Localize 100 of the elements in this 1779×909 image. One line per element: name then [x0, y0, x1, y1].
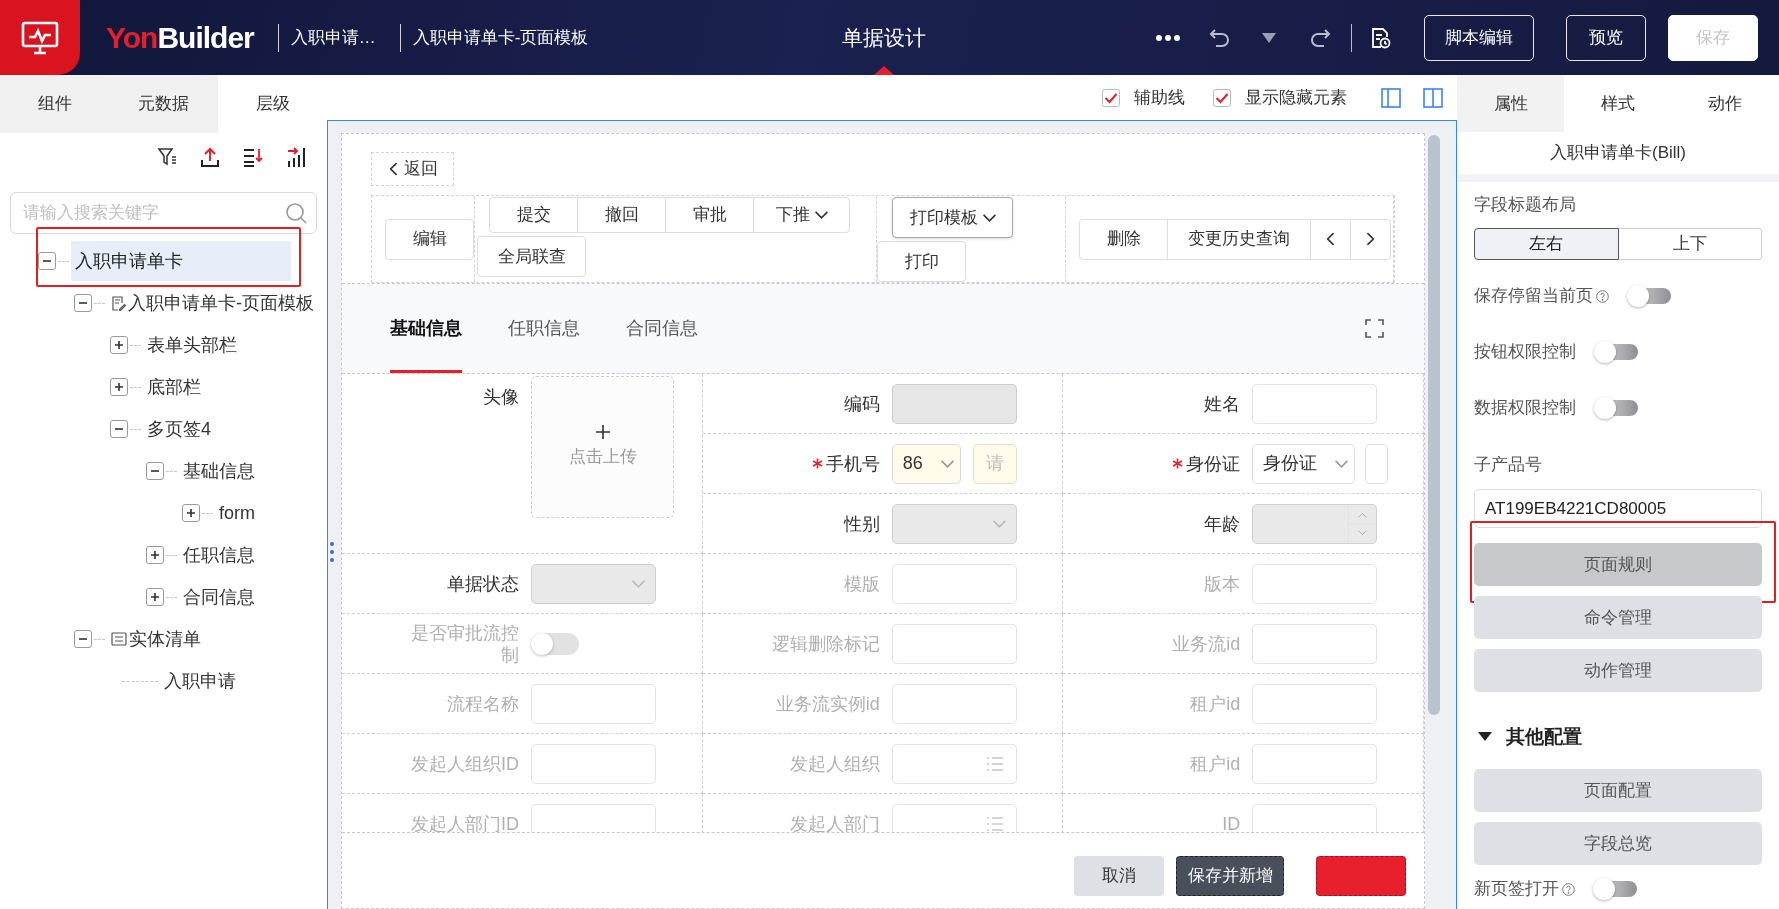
undo-icon[interactable] — [1209, 26, 1231, 49]
submit-button[interactable] — [1316, 856, 1406, 896]
action-button[interactable]: 页面配置 — [1474, 769, 1762, 812]
collapse-icon[interactable] — [146, 462, 164, 480]
form-tab[interactable]: 合同信息 — [626, 284, 698, 373]
input-field[interactable] — [891, 563, 1017, 604]
segment-option[interactable]: 上下 — [1618, 228, 1762, 260]
input-field[interactable]: AT199EB4221CD80005 — [1474, 489, 1762, 528]
redo-icon[interactable] — [1309, 26, 1331, 49]
expand-icon[interactable] — [146, 546, 164, 564]
toolbar-button[interactable]: 全局联查 — [477, 236, 586, 277]
input-field[interactable] — [891, 383, 1017, 424]
tree-item[interactable]: 实体清单 — [107, 619, 205, 659]
panel-tab[interactable]: 组件 — [0, 75, 109, 133]
action-button[interactable]: 命令管理 — [1474, 596, 1762, 639]
input-field[interactable] — [1252, 743, 1378, 784]
tree-item[interactable]: 入职申请单卡-页面模板 — [107, 283, 318, 323]
input-field[interactable] — [1252, 383, 1378, 424]
tree-item[interactable]: 合同信息 — [179, 577, 259, 617]
input-field[interactable] — [531, 743, 656, 784]
action-button[interactable]: 动作管理 — [1474, 649, 1762, 692]
tree-item[interactable]: 入职申请 — [160, 661, 240, 701]
toolbar-button[interactable]: 删除 — [1079, 218, 1168, 260]
scrollbar-thumb[interactable] — [1428, 135, 1440, 715]
chevron-down-icon — [814, 211, 828, 219]
collapse-icon[interactable] — [74, 294, 92, 312]
fullscreen-icon[interactable] — [1365, 319, 1384, 338]
upload-icon[interactable] — [201, 147, 219, 167]
input-field[interactable] — [531, 803, 656, 832]
checkbox[interactable] — [1102, 88, 1120, 107]
footer-button[interactable]: 取消 — [1074, 856, 1164, 896]
select-field[interactable]: 86 — [891, 443, 961, 484]
breadcrumb-item[interactable]: 入职申请… — [290, 24, 376, 51]
expand-icon[interactable] — [110, 336, 128, 354]
collapse-icon[interactable] — [74, 630, 92, 648]
columns-layout-icon[interactable] — [1423, 87, 1443, 108]
tree-item[interactable]: 底部栏 — [143, 367, 205, 407]
select-field[interactable] — [891, 503, 1017, 544]
reference-field[interactable] — [891, 743, 1017, 784]
columns-layout-icon[interactable] — [1381, 87, 1401, 108]
search-field[interactable]: 请输入搜索关键字 — [10, 192, 317, 234]
input-field[interactable] — [1252, 683, 1378, 724]
expand-icon[interactable] — [146, 588, 164, 606]
expand-icon[interactable] — [110, 378, 128, 396]
header-button[interactable]: 预览 — [1566, 14, 1646, 61]
input-field[interactable] — [1252, 803, 1378, 832]
help-icon[interactable] — [1562, 882, 1575, 896]
caret-down-icon[interactable] — [1261, 31, 1277, 44]
input-field[interactable] — [891, 623, 1017, 664]
toolbar-button[interactable]: 撤回 — [577, 197, 666, 233]
reference-field[interactable] — [891, 803, 1017, 832]
panel-tab[interactable]: 元数据 — [109, 75, 218, 133]
tree-item[interactable]: form — [215, 493, 259, 533]
toolbar-button[interactable]: 变更历史查询 — [1167, 218, 1311, 260]
input-field[interactable] — [1252, 563, 1378, 604]
tree-item[interactable]: 基础信息 — [179, 451, 259, 491]
select-field[interactable]: 身份证 — [1252, 443, 1356, 484]
back-button[interactable]: 返回 — [371, 152, 454, 186]
bar-chart-icon[interactable] — [287, 146, 307, 168]
toolbar-button[interactable]: 编辑 — [385, 218, 474, 260]
tree-item[interactable]: 表单头部栏 — [143, 325, 241, 365]
toolbar-button[interactable]: 打印 — [877, 241, 966, 282]
footer-button[interactable]: 保存并新增 — [1176, 856, 1284, 896]
caret-down-icon[interactable] — [1478, 732, 1492, 742]
input-field[interactable]: 请 — [972, 443, 1017, 484]
tree-item[interactable]: 任职信息 — [179, 535, 259, 575]
number-field[interactable] — [1252, 503, 1378, 544]
segment-option[interactable]: 左右 — [1474, 228, 1619, 260]
breadcrumb-item[interactable]: 入职申请单卡-页面模板 — [412, 24, 589, 51]
checkbox[interactable] — [1213, 88, 1231, 107]
tree-item[interactable]: 入职申请单卡 — [71, 241, 291, 281]
help-icon[interactable] — [1596, 289, 1609, 303]
toggle-switch[interactable] — [531, 632, 579, 655]
expand-icon[interactable] — [182, 504, 200, 522]
toolbar-button[interactable]: 提交 — [489, 197, 578, 233]
toolbar-button[interactable]: 打印模板 — [892, 197, 1013, 238]
input-field[interactable] — [1365, 443, 1389, 484]
form-tab[interactable]: 基础信息 — [390, 284, 462, 373]
collapse-icon[interactable] — [38, 252, 56, 270]
collapse-icon[interactable] — [110, 420, 128, 438]
field-label: 手机号 — [825, 452, 880, 475]
drag-handle-icon[interactable] — [328, 541, 336, 563]
search-icon[interactable] — [285, 202, 307, 224]
action-button[interactable]: 页面规则 — [1474, 543, 1762, 586]
header-button[interactable]: 脚本编辑 — [1424, 14, 1534, 61]
input-field[interactable] — [1252, 623, 1378, 664]
panel-tab[interactable]: 属性 — [1457, 75, 1565, 132]
form-tab[interactable]: 任职信息 — [508, 284, 580, 373]
chevron-left-icon — [389, 162, 398, 176]
input-field[interactable] — [531, 683, 656, 724]
field-label: 模版 — [843, 572, 880, 595]
filter-icon[interactable] — [158, 147, 177, 167]
input-field[interactable] — [891, 683, 1017, 724]
toolbar-button[interactable]: 审批 — [665, 197, 754, 233]
tree-item[interactable]: 多页签4 — [143, 409, 215, 449]
sort-icon[interactable] — [243, 147, 263, 167]
action-button[interactable]: 字段总览 — [1474, 822, 1762, 865]
select-field[interactable] — [531, 563, 656, 604]
more-icon[interactable] — [1155, 33, 1181, 42]
toolbar-button[interactable]: 下推 — [753, 197, 850, 233]
